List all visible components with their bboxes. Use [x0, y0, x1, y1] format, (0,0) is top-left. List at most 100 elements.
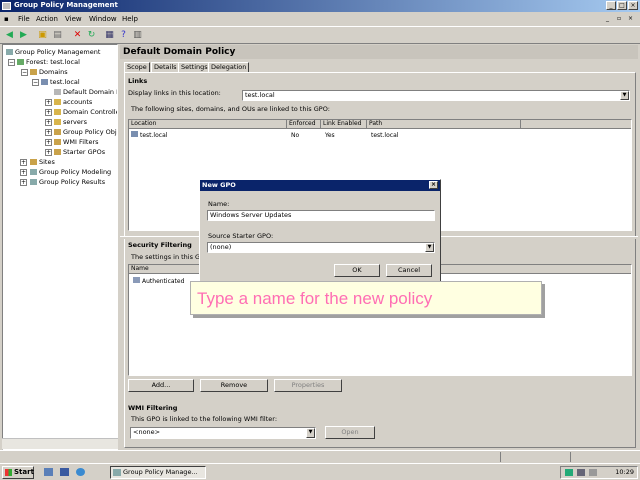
expand-icon[interactable]: + [45, 129, 52, 136]
tree-item-starter-gpos[interactable]: Starter GPOs [54, 147, 105, 157]
column-header-location[interactable]: Location [129, 120, 287, 129]
console-icon[interactable]: ▥ [132, 30, 143, 41]
maximize-button[interactable]: □ [617, 1, 627, 10]
wmi-filtering-description: This GPO is linked to the following WMI … [131, 415, 278, 423]
ou-icon [54, 119, 61, 125]
security-filtering-heading: Security Filtering [128, 241, 192, 249]
close-button[interactable]: × [628, 1, 638, 10]
source-starter-gpo-dropdown[interactable]: (none) ▼ [207, 242, 435, 253]
domain-icon [41, 79, 48, 85]
properties-icon[interactable]: ▤ [52, 30, 63, 41]
column-header-link-enabled[interactable]: Link Enabled [321, 120, 367, 129]
help-icon[interactable]: ? [118, 30, 129, 41]
collapse-icon[interactable]: − [8, 59, 15, 66]
column-header-path[interactable]: Path [367, 120, 521, 129]
console-menu-icon[interactable]: ▪ [4, 15, 9, 23]
add-button[interactable]: Add... [128, 379, 194, 392]
tree-item-servers[interactable]: servers [54, 117, 87, 127]
cancel-button[interactable]: Cancel [386, 264, 432, 277]
minimize-button[interactable]: _ [606, 1, 616, 10]
expand-icon[interactable]: + [45, 109, 52, 116]
remove-button[interactable]: Remove [200, 379, 268, 392]
mdi-close-icon[interactable]: × [628, 15, 633, 22]
cell-path: test.local [371, 132, 399, 139]
expand-icon[interactable]: + [20, 179, 27, 186]
domain-icon [131, 131, 138, 137]
gpm-icon [113, 469, 121, 476]
expand-icon[interactable]: + [20, 159, 27, 166]
mdi-minimize-icon[interactable]: _ [606, 15, 609, 22]
gpo-name-input[interactable]: Windows Server Updates [207, 210, 435, 221]
taskbar-item-gpm[interactable]: Group Policy Manage... [110, 466, 206, 479]
tree-item-accounts[interactable]: accounts [54, 97, 92, 107]
tree-item-test-local[interactable]: test.local [41, 77, 80, 87]
tree-item-forest[interactable]: Forest: test.local [17, 57, 80, 67]
menu-window[interactable]: Window [89, 15, 117, 23]
network-icon[interactable] [565, 469, 573, 476]
tree-item-gp-modeling[interactable]: Group Policy Modeling [30, 167, 111, 177]
folder-icon [54, 129, 61, 135]
dialog-close-button[interactable]: × [429, 181, 438, 189]
ok-button[interactable]: OK [334, 264, 380, 277]
page-title: Default Domain Policy [123, 47, 236, 57]
toolbar: ◀ ▶ ▣ ▤ ✕ ↻ ▦ ? ▥ [0, 26, 640, 44]
refresh-icon[interactable]: ↻ [86, 30, 97, 41]
app-icon [2, 2, 11, 10]
flag-icon[interactable] [589, 469, 597, 476]
name-label: Name: [208, 200, 230, 208]
window-title: Group Policy Management [14, 1, 118, 9]
volume-icon[interactable] [577, 469, 585, 476]
tree-item-gp-results[interactable]: Group Policy Results [30, 177, 105, 187]
start-button[interactable]: Start [2, 466, 34, 479]
menu-file[interactable]: File [18, 15, 30, 23]
folder-icon [54, 139, 61, 145]
tree-item-domains[interactable]: Domains [30, 67, 68, 77]
tree-item-domain-controllers[interactable]: Domain Controlle [54, 107, 117, 117]
tree-horizontal-scrollbar[interactable] [2, 438, 118, 449]
table-row[interactable]: test.local [131, 131, 167, 140]
properties-button[interactable]: Properties [274, 379, 342, 392]
title-bar: Group Policy Management _ □ × [0, 0, 640, 12]
tree-item-gpo[interactable]: Group Policy Obje [54, 127, 117, 137]
collapse-icon[interactable]: − [21, 69, 28, 76]
display-links-dropdown[interactable]: test.local ▼ [242, 90, 630, 101]
tree-item-wmi-filters[interactable]: WMI Filters [54, 137, 99, 147]
gpm-icon [6, 49, 13, 55]
windows-flag-icon [5, 469, 12, 476]
back-icon[interactable]: ◀ [4, 30, 15, 41]
export-icon[interactable]: ▦ [104, 30, 115, 41]
source-starter-gpo-label: Source Starter GPO: [208, 232, 274, 240]
chevron-down-icon[interactable]: ▼ [306, 428, 315, 438]
expand-icon[interactable]: + [45, 149, 52, 156]
links-description: The following sites, domains, and OUs ar… [131, 105, 330, 113]
menu-view[interactable]: View [65, 15, 82, 23]
expand-icon[interactable]: + [45, 139, 52, 146]
delete-icon[interactable]: ✕ [72, 30, 83, 41]
chevron-down-icon[interactable]: ▼ [425, 243, 434, 252]
column-header-enforced[interactable]: Enforced [287, 120, 321, 129]
expand-icon[interactable]: + [45, 99, 52, 106]
expand-icon[interactable]: + [20, 169, 27, 176]
folder-icon [30, 159, 37, 165]
mdi-restore-icon[interactable]: ▫ [617, 15, 621, 22]
tutorial-callout: Type a name for the new policy [190, 281, 542, 315]
wmi-filter-dropdown[interactable]: <none> ▼ [130, 427, 316, 439]
powershell-icon[interactable] [60, 468, 69, 476]
tree-item-gpm[interactable]: Group Policy Management [6, 47, 100, 57]
expand-icon[interactable]: + [45, 119, 52, 126]
forward-icon[interactable]: ▶ [18, 30, 29, 41]
folder-icon [30, 69, 37, 75]
collapse-icon[interactable]: − [32, 79, 39, 86]
status-divider [570, 452, 571, 462]
folder-up-icon[interactable]: ▣ [37, 30, 48, 41]
server-manager-icon[interactable] [44, 468, 53, 476]
list-item[interactable]: Authenticated [133, 277, 184, 286]
status-divider [500, 452, 501, 462]
open-button[interactable]: Open [325, 426, 375, 439]
menu-action[interactable]: Action [36, 15, 58, 23]
chevron-down-icon[interactable]: ▼ [620, 91, 629, 100]
menu-help[interactable]: Help [122, 15, 138, 23]
tree-item-sites[interactable]: Sites [30, 157, 55, 167]
internet-explorer-icon[interactable] [76, 468, 85, 476]
tree-item-default-domain-policy[interactable]: Default Domain P [54, 87, 117, 97]
